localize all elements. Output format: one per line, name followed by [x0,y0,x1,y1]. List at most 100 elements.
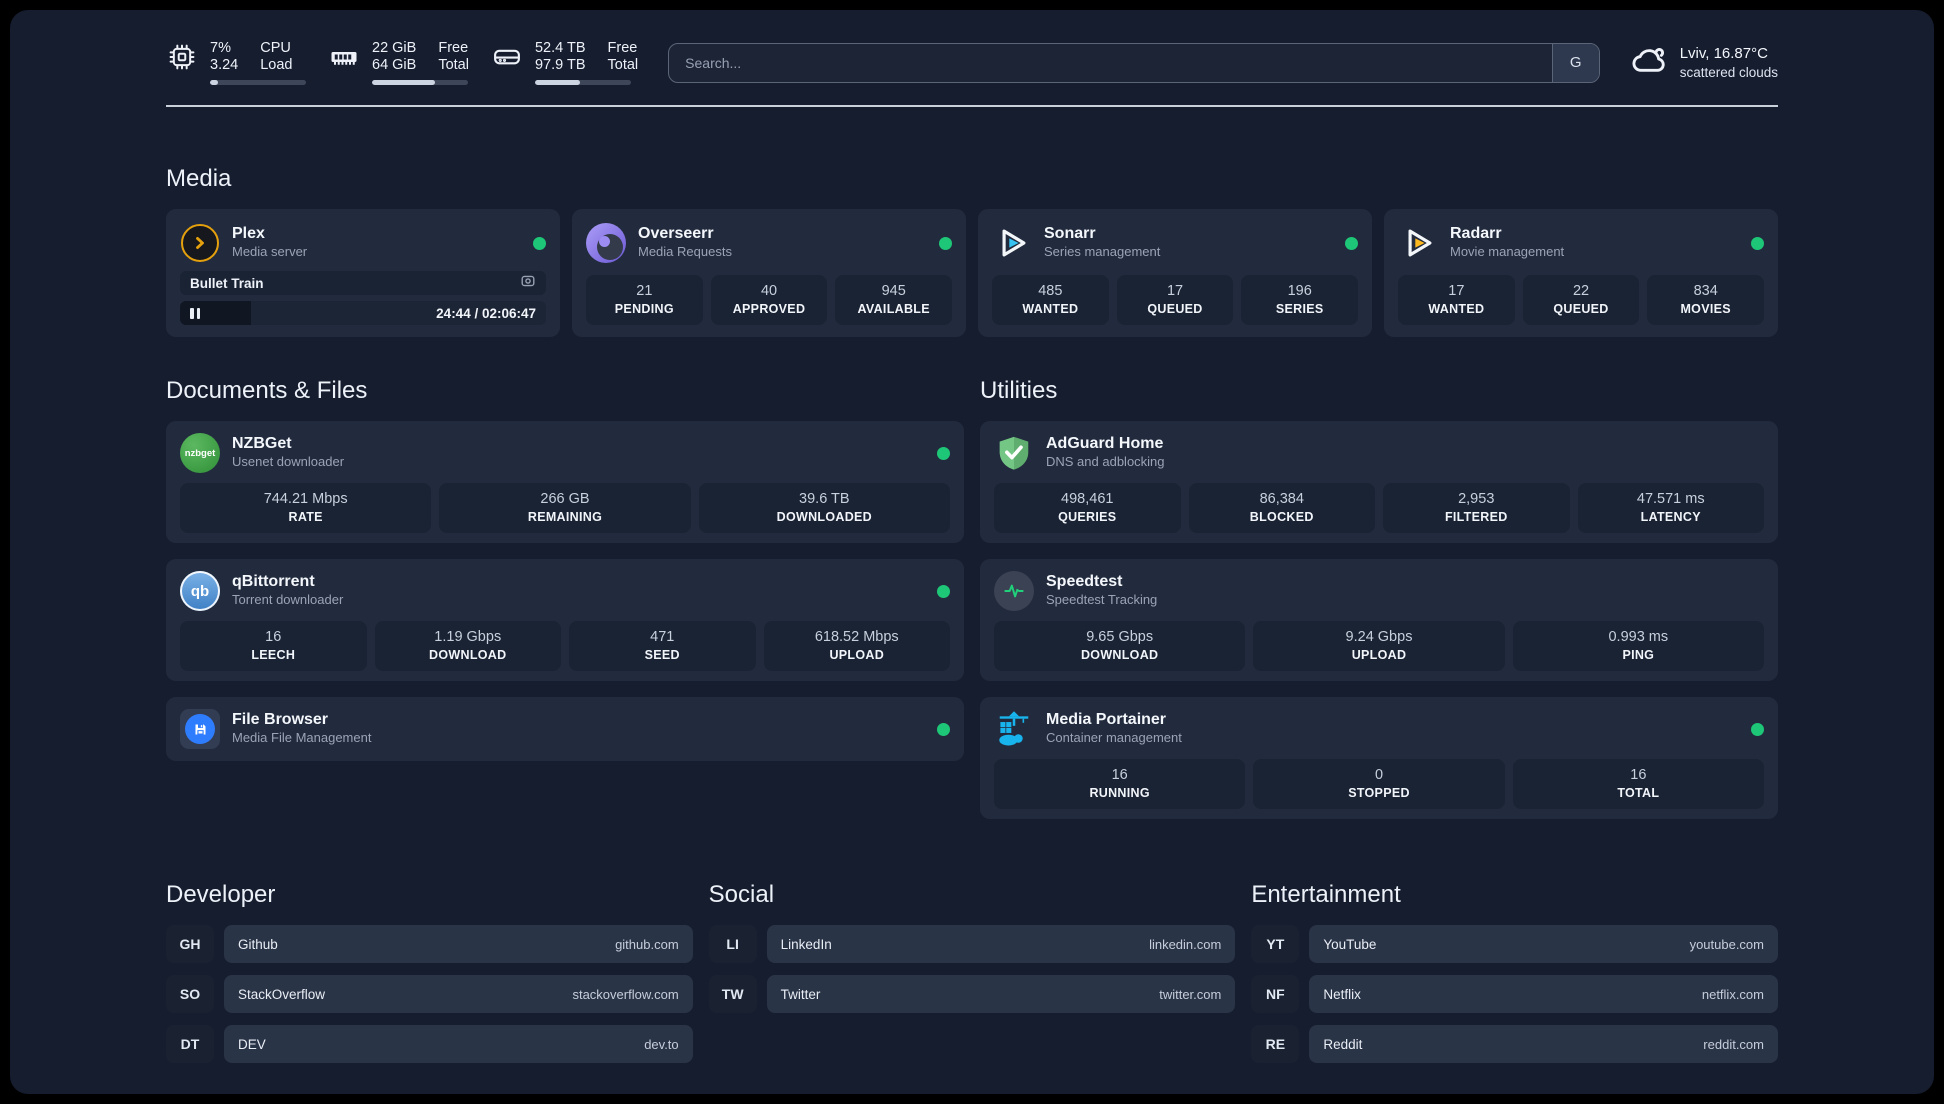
link-bar[interactable]: Netflix netflix.com [1309,975,1778,1013]
stat-box: 9.24 Gbps UPLOAD [1253,621,1505,671]
stat-box: 0.993 ms PING [1512,621,1764,671]
header-divider [166,105,1778,107]
app-subtitle: Container management [1046,730,1182,745]
disk-total-label: Total [607,57,639,73]
app-card-qbittorrent[interactable]: qb qBittorrent Torrent downloader 16 LEE… [166,559,964,681]
camera-icon [520,273,536,294]
app-subtitle: Usenet downloader [232,454,345,469]
link-item-stackoverflow[interactable]: SO StackOverflow stackoverflow.com [166,975,693,1013]
link-item-dev[interactable]: DT DEV dev.to [166,1025,693,1063]
ram-total-label: Total [438,57,469,73]
link-item-youtube[interactable]: YT YouTube youtube.com [1251,925,1778,963]
stat-box: 498,461 QUERIES [994,483,1181,533]
app-name: Speedtest [1046,573,1123,590]
disk-total-value: 97.9 TB [534,57,586,73]
ram-free-label: Free [438,40,469,56]
weather-condition: scattered clouds [1679,64,1778,80]
app-card-portainer[interactable]: Media Portainer Container management 16 … [980,697,1778,819]
stat-box: 945 AVAILABLE [835,275,953,325]
status-dot [937,446,950,460]
section-title-utilities: Utilities [980,377,1058,404]
app-card-radarr[interactable]: Radarr Movie management 17 WANTED 22 QUE… [1384,209,1778,337]
app-card-overseerr[interactable]: Overseerr Media Requests 21 PENDING 40 A… [572,209,966,337]
link-abbr[interactable]: RE [1251,1025,1300,1063]
search-bar[interactable]: G [668,42,1600,83]
ram-progress-fill [372,80,436,85]
link-bar[interactable]: DEV dev.to [224,1025,693,1063]
link-bar[interactable]: Twitter twitter.com [766,975,1236,1013]
stat-box: 834 MOVIES [1647,275,1765,325]
app-card-sonarr[interactable]: Sonarr Series management 485 WANTED 17 Q… [978,209,1372,337]
app-card-adguard[interactable]: AdGuard Home DNS and adblocking 498,461 … [980,421,1778,543]
nzbget-icon: nzbget [180,433,220,473]
disk-stat: 52.4 TB 97.9 TB Free Total [491,40,638,85]
section-documents: Documents & Files nzbget NZBGet Usenet d… [166,377,964,819]
cpu-progress-bar [210,80,306,85]
link-bar[interactable]: StackOverflow stackoverflow.com [224,975,693,1013]
cpu-icon [166,41,198,73]
app-card-plex[interactable]: Plex Media server Bullet Train 24:44 / 0… [166,209,560,337]
disk-free-value: 52.4 TB [534,40,586,56]
stat-box: 16 LEECH [180,621,367,671]
link-item-netflix[interactable]: NF Netflix netflix.com [1251,975,1778,1013]
ram-free-value: 22 GiB [372,40,417,56]
ram-progress-bar [372,80,468,85]
section-title-documents: Documents & Files [166,377,368,404]
app-name: qBittorrent [232,573,315,590]
status-dot [1751,722,1764,736]
stat-box: 21 PENDING [586,275,703,325]
link-abbr[interactable]: DT [166,1025,214,1063]
link-abbr[interactable]: TW [708,975,757,1013]
app-card-filebrowser[interactable]: File Browser Media File Management [166,697,964,761]
link-abbr[interactable]: NF [1251,975,1300,1013]
link-item-github[interactable]: GH Github github.com [166,925,693,963]
player-time: 24:44 / 02:06:47 [436,305,536,321]
stat-box: 266 GB REMAINING [439,483,691,533]
link-bar[interactable]: Github github.com [224,925,693,963]
link-bar[interactable]: LinkedIn linkedin.com [766,925,1236,963]
stat-box: 47.571 ms LATENCY [1577,483,1764,533]
disk-free-label: Free [607,40,638,56]
app-subtitle: Torrent downloader [232,592,344,607]
weather-widget: Lviv, 16.87°C scattered clouds [1630,41,1778,84]
filebrowser-icon [180,709,220,749]
link-abbr[interactable]: SO [166,975,214,1013]
link-abbr[interactable]: YT [1251,925,1300,963]
link-item-linkedin[interactable]: LI LinkedIn linkedin.com [708,925,1236,963]
stat-box: 40 APPROVED [710,275,828,325]
search-input[interactable] [669,43,1552,82]
header: 7% 3.24 CPU Load 22 GiB 64 GiB Free Tota… [166,40,1778,85]
app-name: AdGuard Home [1046,435,1164,452]
system-stats: 7% 3.24 CPU Load 22 GiB 64 GiB Free Tota… [166,40,638,85]
plex-icon [180,223,220,263]
app-card-nzbget[interactable]: nzbget NZBGet Usenet downloader 744.21 M… [166,421,964,543]
app-subtitle: Series management [1044,244,1161,259]
stat-box: 471 SEED [569,621,756,671]
stat-box: 2,953 FILTERED [1383,483,1570,533]
link-bar[interactable]: Reddit reddit.com [1309,1025,1778,1063]
app-card-speedtest[interactable]: Speedtest Speedtest Tracking 9.65 Gbps D… [980,559,1778,681]
app-subtitle: DNS and adblocking [1046,454,1165,469]
dashboard-page: 7% 3.24 CPU Load 22 GiB 64 GiB Free Tota… [0,0,1944,1104]
radarr-icon [1398,223,1438,263]
link-abbr[interactable]: LI [708,925,757,963]
cpu-usage-value: 7% [210,40,231,56]
app-name: Sonarr [1044,225,1096,242]
disk-icon [491,41,523,73]
cpu-load-label: Load [260,57,293,73]
search-engine-button[interactable]: G [1551,43,1599,82]
pause-icon[interactable] [190,307,200,319]
link-item-twitter[interactable]: TW Twitter twitter.com [708,975,1236,1013]
section-utilities: Utilities AdGuard Home DNS and adblockin… [980,377,1778,819]
link-item-reddit[interactable]: RE Reddit reddit.com [1251,1025,1778,1063]
link-bar[interactable]: YouTube youtube.com [1309,925,1778,963]
stat-box: 618.52 Mbps UPLOAD [763,621,950,671]
app-subtitle: Movie management [1450,244,1565,259]
stat-box: 22 QUEUED [1522,275,1640,325]
stat-box: 86,384 BLOCKED [1188,483,1375,533]
link-abbr[interactable]: GH [166,925,214,963]
player-progress-row[interactable]: 24:44 / 02:06:47 [180,301,546,325]
sonarr-icon [992,223,1032,263]
speedtest-icon [994,571,1034,611]
app-name: NZBGet [232,435,292,452]
